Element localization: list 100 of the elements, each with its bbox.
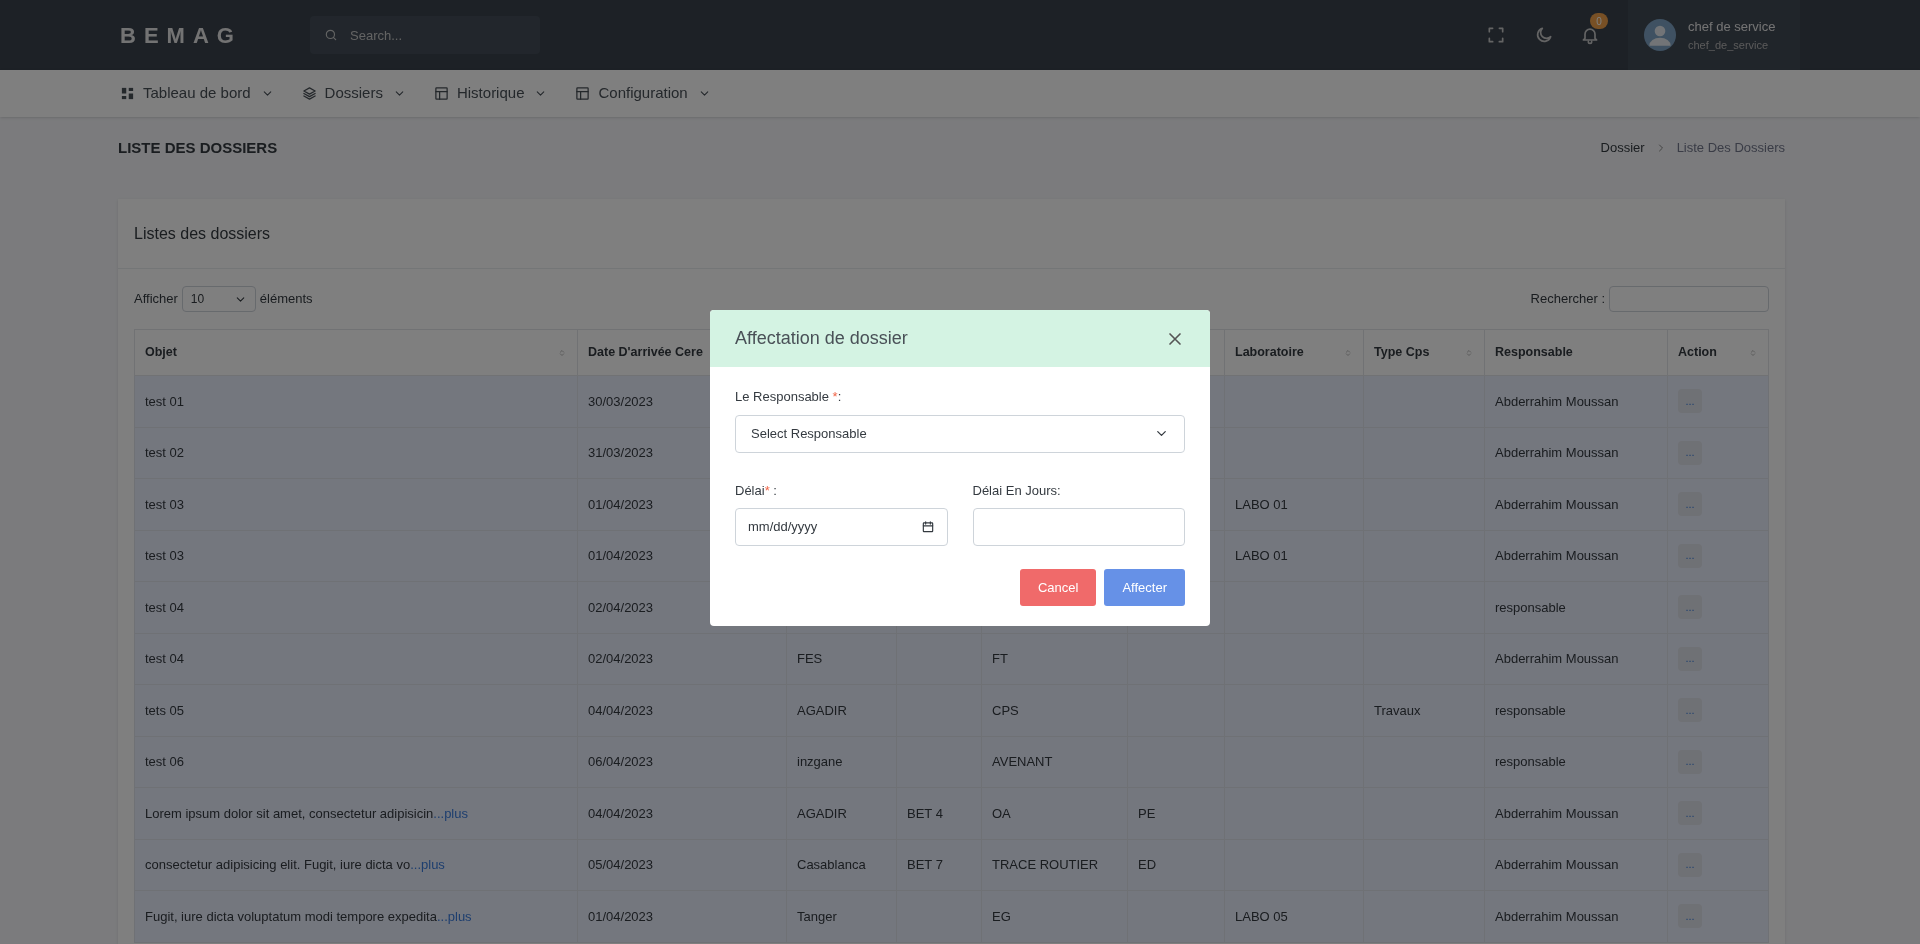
table-cell: 05/04/2023 xyxy=(588,857,654,872)
layers-icon xyxy=(301,86,317,101)
read-more-link[interactable]: ...plus xyxy=(433,805,468,821)
table-cell: responsable xyxy=(1495,754,1566,769)
table-cell: Travaux xyxy=(1374,702,1421,718)
table-cell: responsable xyxy=(1495,702,1566,718)
more-actions-button[interactable]: ... xyxy=(1678,904,1702,929)
layout-icon xyxy=(575,86,591,101)
nav-menu-item[interactable]: Historique xyxy=(433,82,548,105)
search-icon xyxy=(324,28,338,42)
table-cell: BET 4 xyxy=(907,805,943,821)
table-cell: CPS xyxy=(992,702,1019,718)
table-cell: Abderrahim Moussan xyxy=(1495,548,1619,563)
table-cell: AGADIR xyxy=(797,805,847,821)
more-actions-button[interactable]: ... xyxy=(1678,440,1702,465)
user-menu[interactable]: chef de service chef_de_service xyxy=(1628,0,1800,70)
table-cell: test 03 xyxy=(145,496,185,512)
breadcrumb-item: Liste Des Dossiers xyxy=(1676,139,1785,158)
user-name: chef de service xyxy=(1688,18,1776,36)
search-field[interactable]: Search... xyxy=(310,16,540,54)
read-more-link[interactable]: ...plus xyxy=(436,908,472,924)
submit-button[interactable]: Affecter xyxy=(1104,569,1185,606)
card-title: Listes des dossiers xyxy=(134,223,271,244)
table-cell: Abderrahim Moussan xyxy=(1495,857,1619,872)
table-cell: 01/04/2023 xyxy=(588,908,654,924)
table-cell: 01/04/2023 xyxy=(588,548,654,563)
table-cell: 30/03/2023 xyxy=(588,393,654,409)
breadcrumb-item[interactable]: Dossier xyxy=(1600,138,1645,158)
date-field[interactable]: mm/dd/yyyy xyxy=(735,508,948,546)
show-label: Afficher xyxy=(134,290,178,309)
more-actions-button[interactable]: ... xyxy=(1678,492,1702,517)
table-cell: consectetur adipisicing elit. Fugit, iure dicta vo...plus xyxy=(145,857,445,872)
table-search-field[interactable] xyxy=(1609,286,1769,312)
nav-menu-item[interactable]: Tableau de bord xyxy=(120,82,274,105)
search-label: Rechercher : xyxy=(1530,290,1605,309)
app-logo: BEMAG xyxy=(120,21,243,50)
table-cell: responsable xyxy=(1495,599,1566,615)
table-cell: Fugit, iure dicta voluptatum modi tempore expedita...plus xyxy=(145,908,472,924)
notification-badge: 0 xyxy=(1590,13,1608,29)
column-header[interactable]: Laboratoire xyxy=(1224,329,1364,376)
table-cell: Casablanca xyxy=(797,857,866,872)
table-cell: Abderrahim Moussan xyxy=(1495,908,1619,924)
more-actions-button[interactable]: ... xyxy=(1678,698,1702,723)
avatar-icon xyxy=(1644,19,1676,51)
table-cell: FT xyxy=(992,651,1008,666)
table-cell: TRACE ROUTIER xyxy=(992,857,1099,872)
layout-icon xyxy=(433,86,449,101)
calendar-icon xyxy=(920,520,935,534)
read-more-link[interactable]: ...plus xyxy=(410,857,445,872)
dashboard-icon xyxy=(120,86,135,101)
table-cell: 04/04/2023 xyxy=(588,702,654,718)
entries-label: éléments xyxy=(259,290,313,309)
table-cell: Abderrahim Moussan xyxy=(1495,393,1619,409)
table-cell: tets 05 xyxy=(145,702,185,718)
table-cell: test 03 xyxy=(145,548,185,563)
more-actions-button[interactable]: ... xyxy=(1678,543,1702,568)
cancel-button[interactable]: Cancel xyxy=(1019,569,1097,606)
table-cell: FES xyxy=(797,651,823,666)
column-header[interactable]: Type Cps xyxy=(1363,329,1485,376)
table-cell: Abderrahim Moussan xyxy=(1495,496,1619,512)
table-cell: test 01 xyxy=(145,393,185,409)
days-field[interactable] xyxy=(972,508,1185,546)
page-title: LISTE DES DOSSIERS xyxy=(118,137,278,158)
table-cell: test 06 xyxy=(145,754,185,769)
responsable-select[interactable]: Select Responsable xyxy=(735,414,1185,453)
table-cell: test 04 xyxy=(145,651,185,666)
user-login: chef_de_service xyxy=(1688,37,1770,53)
table-cell: inzgane xyxy=(797,754,843,769)
moon-icon[interactable] xyxy=(1534,25,1554,45)
field-label: Le Responsable *: xyxy=(735,388,843,406)
field-label: Délai En Jours: xyxy=(972,481,1062,500)
more-actions-button[interactable]: ... xyxy=(1678,389,1702,414)
fullscreen-icon[interactable] xyxy=(1486,25,1506,45)
column-header[interactable]: Action xyxy=(1667,329,1769,376)
table-cell: OA xyxy=(992,805,1011,821)
table-cell: BET 7 xyxy=(907,857,943,872)
more-actions-button[interactable]: ... xyxy=(1678,646,1702,671)
column-header[interactable]: Objet xyxy=(134,329,578,376)
table-cell: Abderrahim Moussan xyxy=(1495,651,1619,666)
table-cell: 06/04/2023 xyxy=(588,754,654,769)
table-cell: EG xyxy=(992,908,1011,924)
table-cell: test 02 xyxy=(145,445,185,460)
table-cell: PE xyxy=(1138,805,1156,821)
nav-menu-item[interactable]: Configuration xyxy=(575,82,711,105)
table-cell: 01/04/2023 xyxy=(588,496,654,512)
table-cell: Abderrahim Moussan xyxy=(1495,805,1619,821)
table-cell: AVENANT xyxy=(992,754,1053,769)
table-cell: Lorem ipsum dolor sit amet, consectetur adipisicin...plus xyxy=(145,805,468,821)
table-cell: LABO 05 xyxy=(1235,908,1288,924)
page-size-select[interactable]: 10 xyxy=(181,286,256,312)
column-header[interactable]: Responsable xyxy=(1484,329,1668,376)
table-cell: 02/04/2023 xyxy=(588,599,654,615)
more-actions-button[interactable]: ... xyxy=(1678,749,1702,774)
more-actions-button[interactable]: ... xyxy=(1678,595,1702,620)
bell-icon[interactable] xyxy=(1580,25,1600,45)
more-actions-button[interactable]: ... xyxy=(1678,852,1702,877)
nav-menu-item[interactable]: Dossiers xyxy=(301,82,406,105)
more-actions-button[interactable]: ... xyxy=(1678,801,1702,826)
table-cell: LABO 01 xyxy=(1235,496,1288,512)
table-cell: Tanger xyxy=(797,908,837,924)
